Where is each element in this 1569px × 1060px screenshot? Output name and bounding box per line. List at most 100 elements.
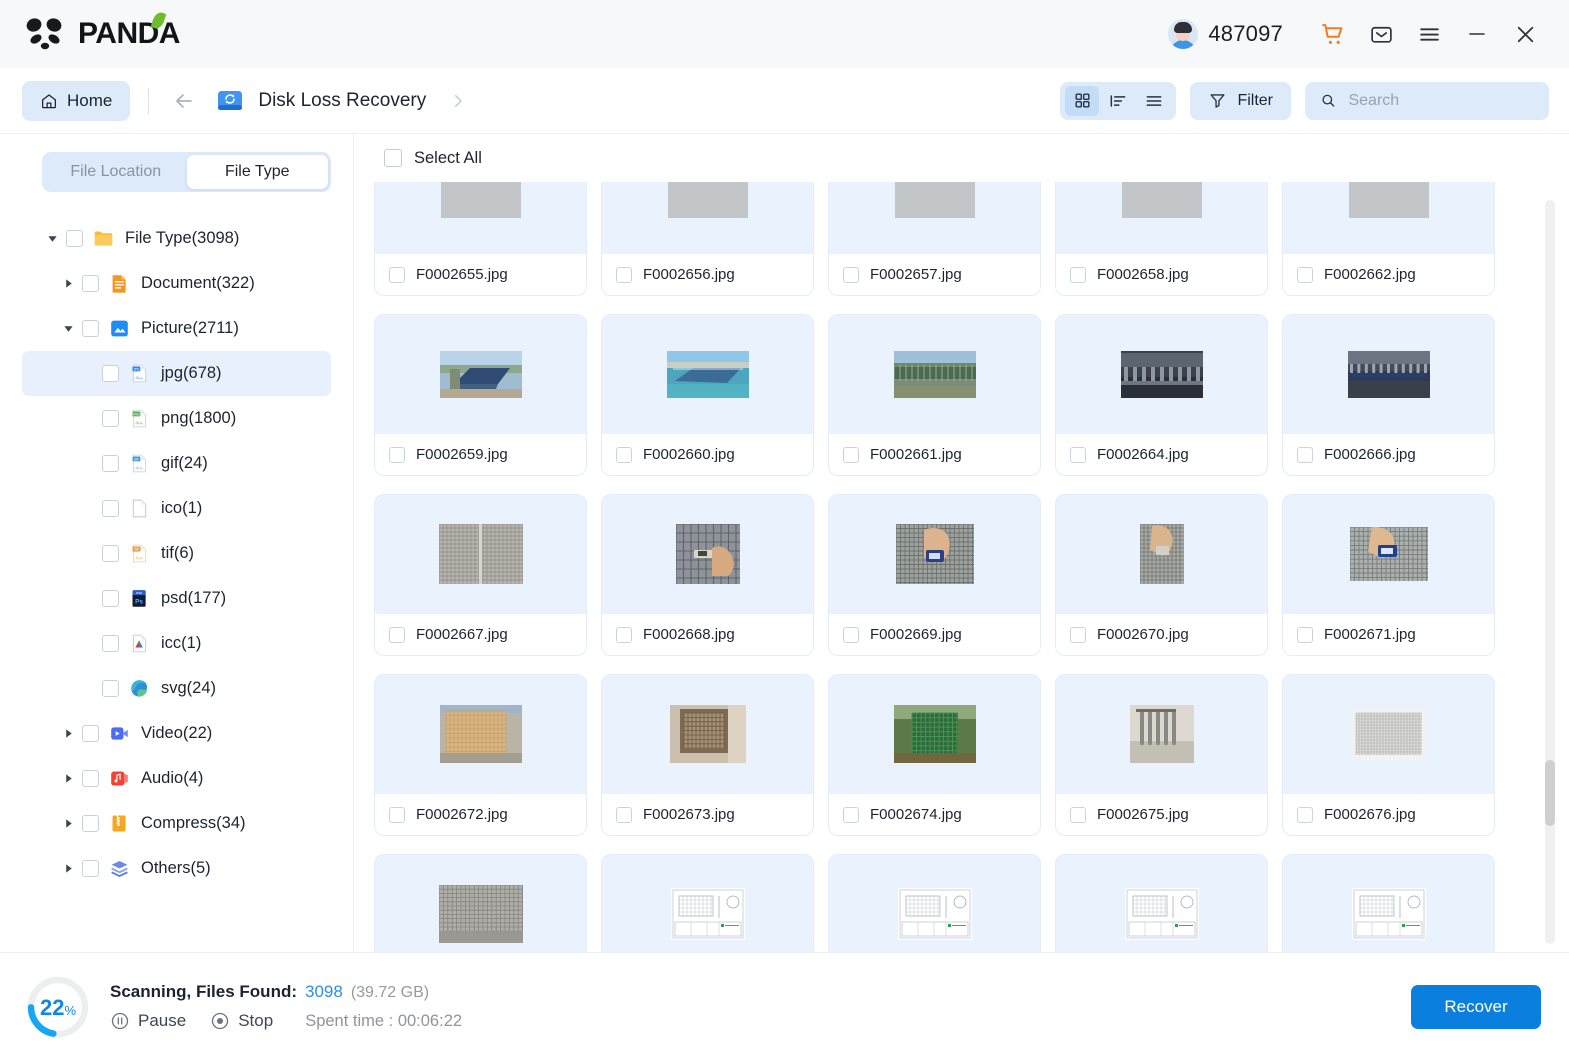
file-checkbox[interactable] — [1297, 266, 1313, 283]
close-icon[interactable] — [1501, 10, 1549, 58]
tree-item-checkbox[interactable] — [82, 815, 99, 832]
file-checkbox[interactable] — [616, 266, 632, 283]
sort-view-button[interactable] — [1101, 86, 1135, 116]
sidebar-tab-file-location[interactable]: File Location — [45, 155, 187, 189]
tree-item-checkbox[interactable] — [82, 275, 99, 292]
caret-right-icon[interactable] — [58, 728, 78, 739]
cart-icon[interactable] — [1309, 10, 1357, 58]
file-checkbox[interactable] — [389, 806, 405, 823]
file-card[interactable]: F0002666.jpg — [1282, 314, 1495, 476]
file-checkbox[interactable] — [1297, 626, 1313, 643]
tree-item-video[interactable]: Video(22) — [22, 711, 331, 756]
file-card[interactable]: F0002664.jpg — [1055, 314, 1268, 476]
file-card[interactable]: F0002670.jpg — [1055, 494, 1268, 656]
select-all-row[interactable]: Select All — [354, 134, 1569, 182]
tree-item-checkbox[interactable] — [82, 770, 99, 787]
tree-item-checkbox[interactable] — [82, 725, 99, 742]
stop-button[interactable]: Stop — [210, 1011, 273, 1031]
file-checkbox[interactable] — [1297, 806, 1313, 823]
caret-down-icon[interactable] — [58, 323, 78, 334]
vertical-scrollbar[interactable] — [1545, 200, 1555, 944]
file-card[interactable]: F0002661.jpg — [828, 314, 1041, 476]
file-card[interactable]: F0002656.jpg — [601, 182, 814, 296]
tree-item-psd[interactable]: PSD Ps psd(177) — [22, 576, 331, 621]
sidebar-tab-file-type[interactable]: File Type — [186, 155, 328, 189]
tree-item-ico[interactable]: ico(1) — [22, 486, 331, 531]
file-checkbox[interactable] — [616, 806, 632, 823]
file-card[interactable]: F0002682.jpg — [828, 854, 1041, 952]
tree-item-tif[interactable]: TIF tif(6) — [22, 531, 331, 576]
file-checkbox[interactable] — [843, 266, 859, 283]
tree-item-checkbox[interactable] — [102, 365, 119, 382]
file-card[interactable]: F0002660.jpg — [601, 314, 814, 476]
breadcrumb-label[interactable]: Disk Loss Recovery — [258, 90, 426, 112]
user-account[interactable]: 487097 — [1168, 19, 1283, 49]
file-checkbox[interactable] — [1070, 446, 1086, 463]
tree-item-checkbox[interactable] — [102, 410, 119, 427]
file-checkbox[interactable] — [843, 446, 859, 463]
file-card[interactable]: F0002669.jpg — [828, 494, 1041, 656]
file-checkbox[interactable] — [1070, 626, 1086, 643]
file-checkbox[interactable] — [389, 626, 405, 643]
tree-item-compress[interactable]: Compress(34) — [22, 801, 331, 846]
home-button[interactable]: Home — [22, 80, 131, 121]
caret-right-icon[interactable] — [58, 278, 78, 289]
recover-button[interactable]: Recover — [1411, 984, 1541, 1029]
list-view-button[interactable] — [1137, 86, 1171, 116]
file-card[interactable]: F0002659.jpg — [374, 314, 587, 476]
minimize-icon[interactable] — [1453, 10, 1501, 58]
tree-item-checkbox[interactable] — [102, 500, 119, 517]
file-card[interactable]: F0002667.jpg — [374, 494, 587, 656]
scrollbar-thumb[interactable] — [1545, 760, 1555, 826]
back-button[interactable] — [167, 84, 201, 118]
tree-item-audio[interactable]: Audio(4) — [22, 756, 331, 801]
tree-item-icc[interactable]: icc(1) — [22, 621, 331, 666]
caret-right-icon[interactable] — [58, 863, 78, 874]
file-checkbox[interactable] — [1070, 806, 1086, 823]
caret-right-icon[interactable] — [58, 773, 78, 784]
file-card[interactable]: F0002662.jpg — [1282, 182, 1495, 296]
file-card[interactable]: F0002674.jpg — [828, 674, 1041, 836]
file-checkbox[interactable] — [1297, 446, 1313, 463]
file-checkbox[interactable] — [843, 626, 859, 643]
file-checkbox[interactable] — [616, 626, 632, 643]
mail-icon[interactable] — [1357, 10, 1405, 58]
file-card[interactable]: F0002671.jpg — [1282, 494, 1495, 656]
file-card[interactable]: F0002673.jpg — [601, 674, 814, 836]
tree-item-checkbox[interactable] — [102, 455, 119, 472]
menu-icon[interactable] — [1405, 10, 1453, 58]
tree-item-checkbox[interactable] — [66, 230, 83, 247]
file-checkbox[interactable] — [389, 446, 405, 463]
tree-item-svg[interactable]: svg(24) — [22, 666, 331, 711]
file-card[interactable]: F0002675.jpg — [1055, 674, 1268, 836]
caret-right-icon[interactable] — [58, 818, 78, 829]
chevron-right-icon[interactable] — [449, 92, 467, 110]
file-card[interactable]: F0002658.jpg — [1055, 182, 1268, 296]
select-all-checkbox[interactable] — [384, 149, 402, 167]
filter-button[interactable]: Filter — [1190, 81, 1291, 120]
file-checkbox[interactable] — [1070, 266, 1086, 283]
caret-down-icon[interactable] — [42, 233, 62, 244]
tree-item-checkbox[interactable] — [82, 860, 99, 877]
tree-item-checkbox[interactable] — [102, 635, 119, 652]
file-card[interactable]: F0002672.jpg — [374, 674, 587, 836]
tree-item-others[interactable]: Others(5) — [22, 846, 331, 891]
file-card[interactable]: F0002681.jpg — [601, 854, 814, 952]
search-box[interactable] — [1305, 81, 1549, 120]
file-checkbox[interactable] — [843, 806, 859, 823]
tree-item-checkbox[interactable] — [102, 590, 119, 607]
file-card[interactable]: F0002655.jpg — [374, 182, 587, 296]
tree-item-document[interactable]: Document(322) — [22, 261, 331, 306]
file-card[interactable]: F0002657.jpg — [828, 182, 1041, 296]
tree-item-png[interactable]: PNG png(1800) — [22, 396, 331, 441]
tree-item-jpg[interactable]: JPG jpg(678) — [22, 351, 331, 396]
file-card[interactable]: F0002676.jpg — [1282, 674, 1495, 836]
tree-item-picture[interactable]: Picture(2711) — [22, 306, 331, 351]
file-card[interactable]: F0002677.jpg — [374, 854, 587, 952]
tree-item-checkbox[interactable] — [102, 680, 119, 697]
file-card[interactable]: F0002668.jpg — [601, 494, 814, 656]
grid-view-button[interactable] — [1065, 85, 1100, 116]
file-checkbox[interactable] — [389, 266, 405, 283]
tree-item-gif[interactable]: GIF gif(24) — [22, 441, 331, 486]
file-card[interactable]: F0002683.jpg — [1055, 854, 1268, 952]
